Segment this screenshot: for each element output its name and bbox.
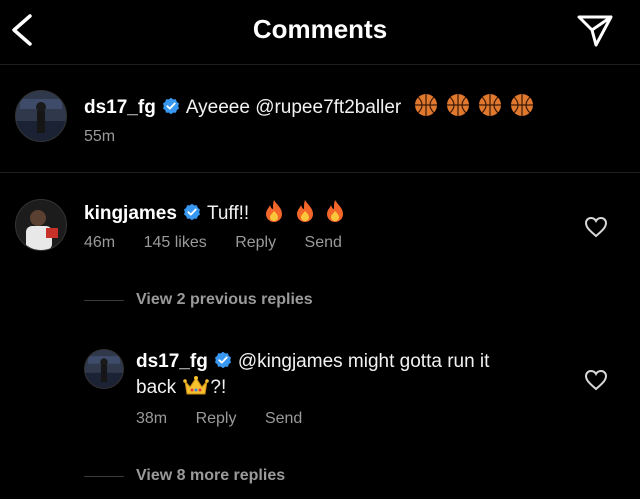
reply-username[interactable]: ds17_fg (136, 351, 208, 372)
comment-username[interactable]: kingjames (84, 203, 177, 224)
caption-username[interactable]: ds17_fg (84, 97, 156, 118)
basketball-icon (414, 94, 437, 116)
reply-button[interactable]: Reply (196, 410, 237, 427)
avatar-photo (16, 200, 66, 250)
comment-meta: 46m 145 likes Reply Send (84, 234, 366, 252)
thread-line (84, 300, 124, 301)
fire-icon (327, 200, 344, 222)
fire-icon (296, 200, 313, 222)
view-previous-replies-button[interactable]: View 2 previous replies (136, 291, 313, 309)
avatar-photo (16, 91, 66, 141)
heart-icon[interactable] (584, 369, 608, 391)
send-button[interactable]: Send (305, 234, 342, 251)
crown-icon (183, 376, 210, 395)
caption-line: ds17_fg Ayeeee @rupee7ft2baller (84, 93, 534, 119)
page-title: Comments (252, 14, 388, 44)
caption-text: Ayeeee @rupee7ft2baller (185, 97, 402, 118)
thread-line (84, 476, 124, 477)
reply-button[interactable]: Reply (235, 234, 276, 251)
caption-timestamp: 55m (84, 128, 116, 145)
reply-text-line2-prefix: back (136, 377, 177, 398)
reply-line-1: ds17_fg @kingjames might gotta run it (136, 351, 489, 373)
comment-timestamp: 46m (84, 234, 116, 251)
fire-icon (266, 200, 283, 222)
reply-meta: 38m Reply Send (136, 410, 326, 428)
likes-count[interactable]: 145 likes (144, 234, 207, 251)
send-button[interactable]: Send (265, 410, 302, 427)
paper-plane-icon[interactable] (576, 12, 614, 48)
caption-divider (0, 172, 640, 173)
view-more-replies-button[interactable]: View 8 more replies (136, 467, 285, 485)
caption-meta: 55m (84, 128, 139, 146)
avatar[interactable] (15, 90, 67, 142)
basketball-icon (511, 94, 534, 116)
comment-line: kingjames Tuff!! (84, 199, 346, 225)
reply-line-2: back ?! (136, 375, 226, 399)
verified-badge-icon (183, 203, 200, 221)
avatar[interactable] (15, 199, 67, 251)
reply-timestamp: 38m (136, 410, 168, 427)
basketball-icon (479, 94, 502, 116)
header-divider (0, 64, 640, 65)
verified-badge-icon (162, 97, 179, 115)
avatar-photo (85, 350, 123, 388)
fire-emoji-group (260, 200, 346, 224)
avatar[interactable] (84, 349, 124, 389)
verified-badge-icon (214, 351, 231, 369)
basketball-icon (446, 94, 469, 116)
comment-text: Tuff!! (206, 203, 250, 224)
basketball-emoji-group (411, 94, 535, 118)
reply-text-line2-suffix: ?! (210, 377, 227, 398)
heart-icon[interactable] (584, 216, 608, 238)
reply-text-line1: @kingjames might gotta run it (237, 351, 490, 372)
header: Comments (0, 0, 640, 62)
